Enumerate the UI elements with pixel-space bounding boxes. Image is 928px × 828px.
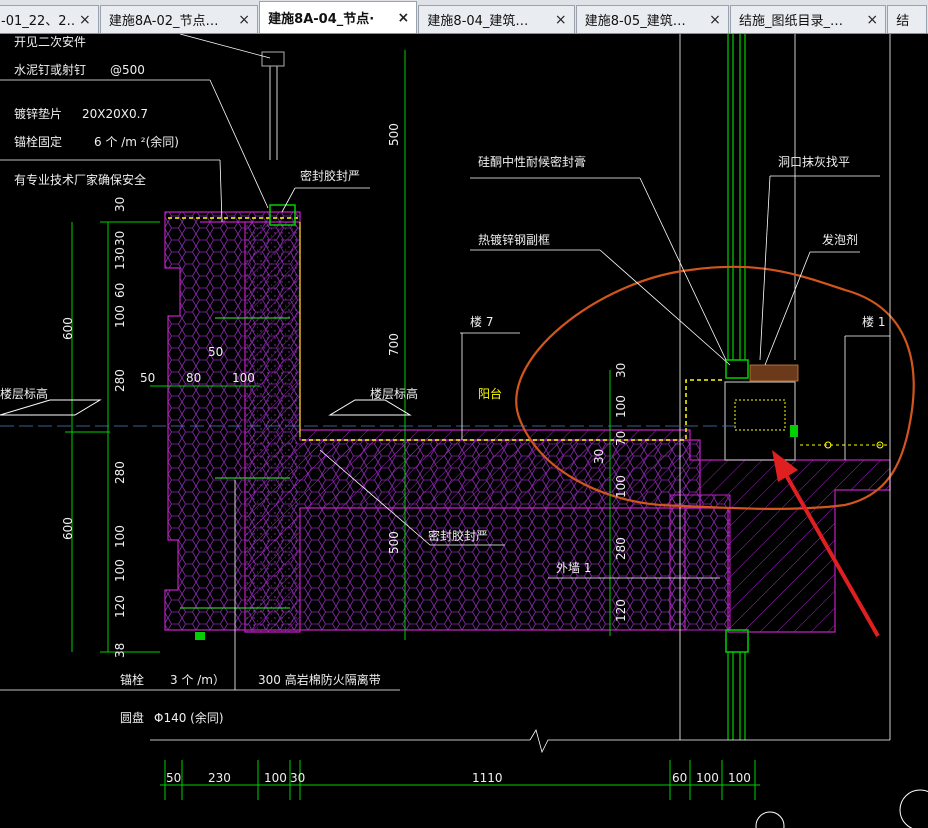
dim-right-0: 30 <box>614 363 628 378</box>
tab-2[interactable]: 建施8A-04_节点· × <box>259 1 418 33</box>
mortar-label: 洞口抹灰找平 <box>778 155 850 169</box>
dim-left-10: 38 <box>113 643 127 658</box>
dim-left-8: 100 <box>113 559 127 582</box>
note-4: 有专业技术厂家确保安全 <box>14 172 146 187</box>
dim-left-2: 130 <box>113 247 127 270</box>
floor-level-left: 楼层标高 <box>0 386 48 401</box>
tab-4[interactable]: 建施8-05_建筑… × <box>575 5 730 33</box>
note-2: 镀锌垫片 <box>14 106 62 121</box>
dim-bottom-0: 50 <box>166 771 181 785</box>
seal-label-2: 密封胶封严 <box>428 528 488 543</box>
tab-0[interactable]: -01_22、2… × <box>0 5 99 33</box>
note-3: 锚栓固定 <box>14 134 62 149</box>
dim-outer-0: 600 <box>61 317 75 340</box>
note-3b: 6 个 /m ²(余同) <box>94 134 179 149</box>
tab-label: 结施_图纸目录_… <box>739 14 844 29</box>
document-tab-bar: -01_22、2… × 建施8A-02_节点… × 建施8A-04_节点· × … <box>0 0 928 34</box>
dim-horiz-1: 80 <box>186 371 201 385</box>
dim-bottom-5: 60 <box>672 771 687 785</box>
dim-left-0: 30 <box>113 197 127 212</box>
dim-50-vert: 50 <box>208 345 223 359</box>
close-icon[interactable]: × <box>396 10 410 26</box>
tab-5[interactable]: 结施_图纸目录_… × <box>730 5 887 33</box>
note-1b: @500 <box>110 63 145 77</box>
tab-3[interactable]: 建施8-04_建筑… × <box>418 5 575 33</box>
firebelt-note: 300 高岩棉防火隔离带 <box>258 672 381 687</box>
dim-horiz-0: 50 <box>140 371 155 385</box>
close-icon[interactable]: × <box>865 12 879 28</box>
dim-left-1: 30 <box>113 231 127 246</box>
tab-label: -01_22、2… <box>1 14 74 29</box>
dim-left-6: 280 <box>113 461 127 484</box>
foam-label: 发泡剂 <box>822 232 858 247</box>
dim-right-3: 30 <box>592 449 606 464</box>
floor7-label: 楼 7 <box>470 314 493 329</box>
floor-level-mid: 楼层标高 <box>370 386 418 401</box>
tab-label: 建施8-04_建筑… <box>427 14 529 29</box>
dim-right-2: 70 <box>614 431 628 446</box>
dim-right-1: 100 <box>614 395 628 418</box>
close-icon[interactable]: × <box>78 12 92 28</box>
dim-mid-2: 500 <box>387 531 401 554</box>
dim-right-4: 100 <box>614 475 628 498</box>
ext-wall-label: 外墙 1 <box>556 561 591 575</box>
dim-bottom-3: 30 <box>290 771 305 785</box>
dim-right-5: 280 <box>614 537 628 560</box>
dim-bottom-7: 100 <box>728 771 751 785</box>
dim-left-3: 60 <box>113 283 127 298</box>
anchor-note-b: 3 个 /m） <box>170 673 225 687</box>
dim-outer-1: 600 <box>61 517 75 540</box>
close-icon[interactable]: × <box>237 12 251 28</box>
close-icon[interactable]: × <box>554 12 568 28</box>
cad-drawing-canvas[interactable]: 开见二次安件 水泥钉或射钉 @500 镀锌垫片 20X20X0.7 锚栓固定 6… <box>0 34 928 828</box>
dim-bottom-4: 1110 <box>472 771 503 785</box>
dim-mid-0: 500 <box>387 123 401 146</box>
dim-left-9: 120 <box>113 595 127 618</box>
balcony-label: 阳台 <box>478 386 502 401</box>
dim-left-4: 100 <box>113 305 127 328</box>
note-0: 开见二次安件 <box>14 34 86 49</box>
floor1-label: 楼 1 <box>862 314 885 329</box>
disc-note-b: Φ140 (余同) <box>154 710 224 725</box>
dim-right-6: 120 <box>614 599 628 622</box>
tab-label: 建施8-05_建筑… <box>584 14 686 29</box>
close-icon[interactable]: × <box>708 12 722 28</box>
tab-6[interactable]: 结 <box>887 5 927 33</box>
seal-label-1: 密封胶封严 <box>300 168 360 183</box>
anchor-note: 锚栓 <box>120 672 144 687</box>
dim-bottom-6: 100 <box>696 771 719 785</box>
tab-label: 建施8A-04_节点· <box>268 12 375 27</box>
dim-bottom-1: 230 <box>208 771 231 785</box>
dim-left-7: 100 <box>113 525 127 548</box>
dim-bottom-2: 100 <box>264 771 287 785</box>
note-1: 水泥钉或射钉 <box>14 62 86 77</box>
tab-label: 结 <box>896 14 910 29</box>
dim-left-5: 280 <box>113 369 127 392</box>
tab-label: 建施8A-02_节点… <box>108 14 219 29</box>
note-2b: 20X20X0.7 <box>82 107 148 121</box>
frame-label: 热镀锌钢副框 <box>478 233 550 247</box>
dim-horiz-2: 100 <box>232 371 255 385</box>
silicone-label: 硅酮中性耐候密封膏 <box>478 154 586 169</box>
dim-mid-1: 700 <box>387 333 401 356</box>
disc-note: 圆盘 <box>120 710 144 725</box>
tab-1[interactable]: 建施8A-02_节点… × <box>99 5 259 33</box>
